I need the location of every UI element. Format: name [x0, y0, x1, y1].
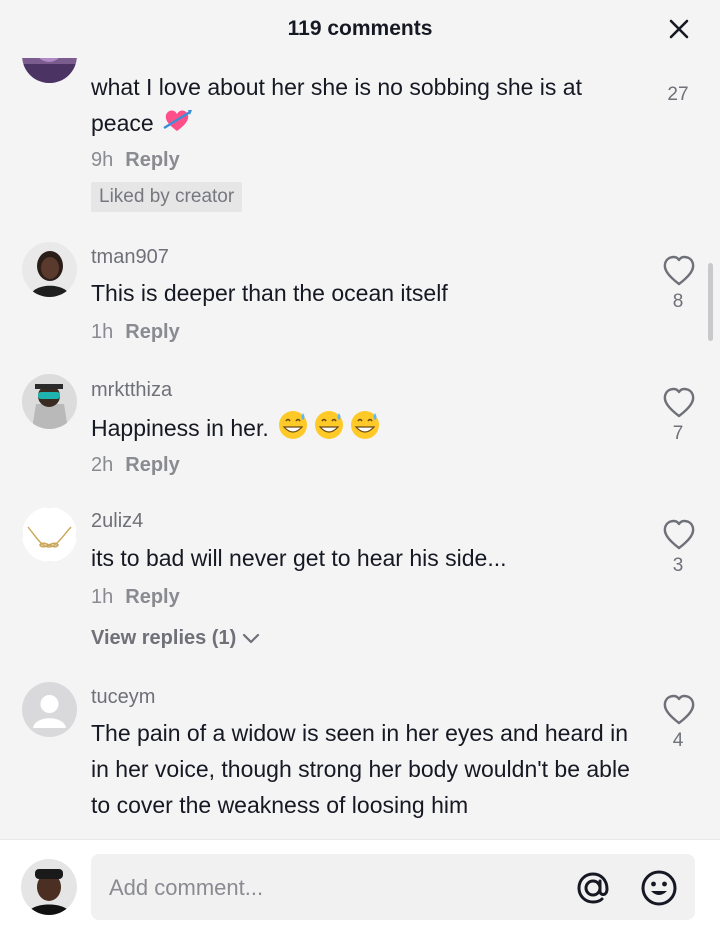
close-button[interactable] [662, 12, 696, 46]
comment-item: 2uliz4 its to bad will never get to hear… [0, 499, 720, 669]
reply-button[interactable]: Reply [125, 149, 179, 171]
like-count: 8 [672, 291, 684, 312]
emoji-icon [641, 870, 677, 906]
comment-meta: 1h Reply [91, 586, 180, 609]
like-button[interactable] [661, 518, 697, 552]
heart-outline-icon [663, 694, 695, 725]
comment-time: 2h [91, 454, 114, 476]
comment-item: mrktthiza Happiness in her. 2h Reply 7 [0, 367, 720, 487]
comment-input-container [91, 854, 695, 920]
comment-text: what I love about her she is no sobbing … [91, 69, 636, 144]
comment-time: 1h [91, 586, 114, 608]
my-avatar [21, 859, 77, 915]
comment-username[interactable]: tman907 [91, 246, 169, 269]
comments-header: 119 comments [0, 0, 720, 58]
comment-text: its to bad will never get to hear his si… [91, 545, 507, 571]
liked-by-creator-badge: Liked by creator [91, 182, 243, 212]
view-replies-button[interactable]: View replies (1) [91, 627, 260, 650]
like-count: 3 [672, 555, 684, 576]
emoji-button[interactable] [639, 868, 679, 908]
reply-button[interactable]: Reply [125, 321, 179, 343]
comment-username[interactable]: 2uliz4 [91, 510, 143, 533]
avatar[interactable] [22, 374, 77, 429]
mention-button[interactable] [573, 868, 613, 908]
default-avatar-icon [22, 682, 77, 737]
avatar[interactable] [22, 58, 77, 83]
heart-with-arrow-emoji [162, 106, 193, 144]
comment-meta: 1h Reply [91, 321, 180, 344]
like-button[interactable] [661, 254, 697, 288]
comment-item: what I love about her she is no sobbing … [0, 58, 720, 218]
avatar[interactable] [22, 242, 77, 297]
like-button[interactable] [661, 693, 697, 727]
reply-button[interactable]: Reply [125, 454, 179, 476]
like-count: 27 [667, 84, 689, 105]
comment-item: tman907 This is deeper than the ocean it… [0, 234, 720, 354]
heart-outline-icon [663, 255, 695, 286]
grinning-sweat-emoji [277, 409, 385, 451]
comments-count-title: 119 comments [287, 17, 433, 40]
heart-outline-icon [663, 387, 695, 418]
comment-text: This is deeper than the ocean itself [91, 280, 448, 306]
chevron-down-icon [242, 633, 259, 643]
scrollbar[interactable] [708, 263, 713, 341]
reply-button[interactable]: Reply [125, 586, 179, 608]
comment-list[interactable]: what I love about her she is no sobbing … [0, 58, 720, 839]
comment-time: 9h [91, 149, 114, 171]
comment-meta: 2h Reply [91, 454, 180, 477]
avatar[interactable] [22, 682, 77, 737]
comment-username[interactable]: tuceym [91, 686, 155, 709]
comment-username[interactable]: mrktthiza [91, 379, 172, 402]
comment-text: The pain of a widow is seen in her eyes … [91, 720, 630, 818]
comment-input-bar [0, 839, 720, 930]
at-icon [577, 872, 609, 904]
comment-text: Happiness in her. [91, 409, 636, 451]
heart-outline-icon [663, 519, 695, 550]
comment-time: 1h [91, 321, 114, 343]
like-count: 4 [672, 730, 684, 751]
comment-input[interactable] [107, 868, 551, 908]
close-icon [669, 19, 689, 39]
avatar[interactable] [22, 507, 77, 562]
comment-item: tuceym The pain of a widow is seen in he… [0, 682, 720, 839]
like-count: 7 [672, 423, 684, 444]
like-button[interactable] [661, 386, 697, 420]
comment-meta: 9h Reply [91, 149, 180, 172]
